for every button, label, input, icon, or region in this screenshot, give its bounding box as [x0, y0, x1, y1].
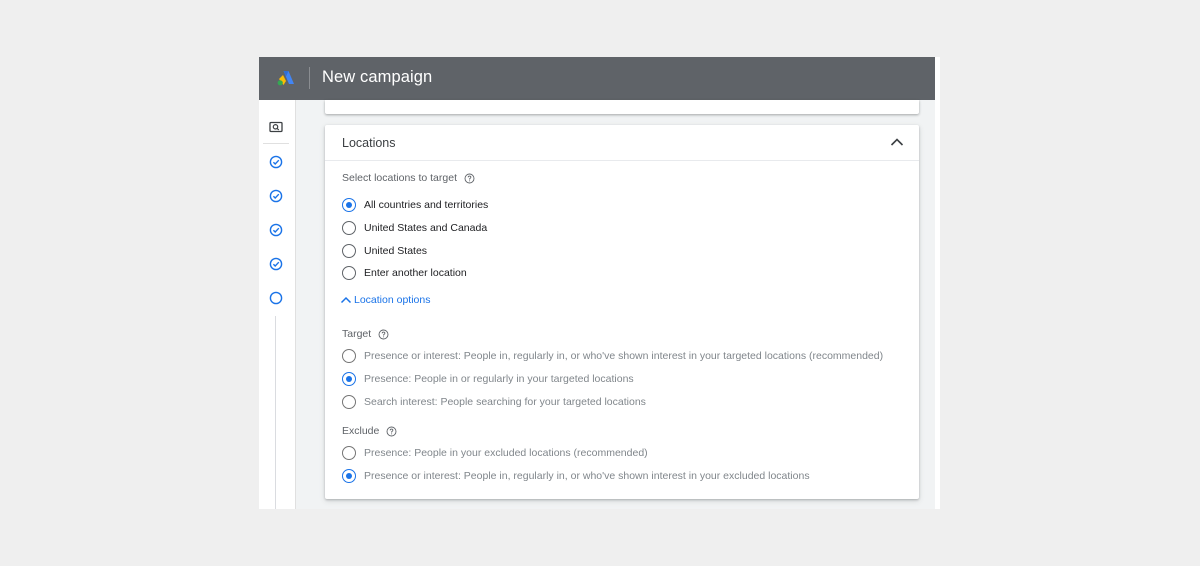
top-bar: New campaign: [259, 57, 935, 100]
radio-selected[interactable]: [342, 372, 356, 386]
target-option-label: Presence or interest: People in, regular…: [364, 350, 884, 362]
check-circle-icon[interactable]: [269, 223, 283, 237]
locations-card-header[interactable]: Locations: [325, 125, 919, 161]
search-overview-icon[interactable]: [269, 120, 283, 134]
radio-unselected[interactable]: [342, 349, 356, 363]
location-option-us[interactable]: United States: [342, 243, 427, 259]
help-icon[interactable]: [386, 426, 397, 437]
header-divider: [309, 67, 310, 89]
target-option-search-interest[interactable]: Search interest: People searching for yo…: [342, 394, 646, 410]
location-option-us-canada[interactable]: United States and Canada: [342, 220, 487, 236]
google-ads-logo[interactable]: [277, 70, 295, 86]
exclude-option-presence-or-interest[interactable]: Presence or interest: People in, regular…: [342, 468, 810, 484]
step-sidebar: [259, 100, 296, 509]
sidebar-separator: [263, 143, 289, 144]
radio-unselected[interactable]: [342, 266, 356, 280]
check-circle-icon[interactable]: [269, 189, 283, 203]
select-locations-label: Select locations to target: [342, 172, 475, 184]
right-edge: [935, 57, 940, 509]
page-title: New campaign: [322, 68, 433, 86]
location-option-all[interactable]: All countries and territories: [342, 197, 488, 213]
step-track-line: [275, 316, 276, 509]
locations-card: Locations Select locations to target All…: [325, 125, 919, 499]
previous-section-card: [325, 100, 919, 114]
location-options-label: Location options: [354, 294, 431, 306]
location-option-label: United States and Canada: [364, 222, 488, 234]
exclude-option-label: Presence or interest: People in, regular…: [364, 470, 810, 482]
check-circle-icon[interactable]: [269, 257, 283, 271]
target-option-label: Search interest: People searching for yo…: [364, 396, 646, 408]
radio-unselected[interactable]: [342, 221, 356, 235]
target-label-text: Target: [342, 328, 372, 340]
help-icon[interactable]: [378, 329, 389, 340]
exclude-label-text: Exclude: [342, 425, 380, 437]
exclude-option-label: Presence: People in your excluded locati…: [364, 447, 648, 459]
empty-circle-icon[interactable]: [269, 291, 283, 305]
exclude-option-presence[interactable]: Presence: People in your excluded locati…: [342, 445, 648, 461]
radio-selected[interactable]: [342, 198, 356, 212]
locations-title: Locations: [342, 136, 396, 150]
chevron-up-icon[interactable]: [889, 135, 905, 149]
check-circle-icon[interactable]: [269, 155, 283, 169]
location-option-label: All countries and territories: [364, 199, 489, 211]
location-option-label: Enter another location: [364, 267, 467, 279]
radio-unselected[interactable]: [342, 395, 356, 409]
radio-selected[interactable]: [342, 469, 356, 483]
help-icon[interactable]: [464, 173, 475, 184]
radio-unselected[interactable]: [342, 446, 356, 460]
app-window: New campaign Locations Select locations …: [259, 57, 940, 509]
chevron-up-icon: [340, 296, 352, 304]
target-option-label: Presence: People in or regularly in your…: [364, 373, 634, 385]
radio-unselected[interactable]: [342, 244, 356, 258]
exclude-label: Exclude: [342, 425, 397, 437]
location-options-toggle[interactable]: Location options: [340, 294, 430, 306]
target-option-presence[interactable]: Presence: People in or regularly in your…: [342, 371, 634, 387]
target-label: Target: [342, 328, 389, 340]
location-option-label: United States: [364, 245, 428, 257]
target-option-presence-or-interest[interactable]: Presence or interest: People in, regular…: [342, 348, 883, 364]
location-option-other[interactable]: Enter another location: [342, 265, 467, 281]
select-locations-text: Select locations to target: [342, 172, 457, 184]
